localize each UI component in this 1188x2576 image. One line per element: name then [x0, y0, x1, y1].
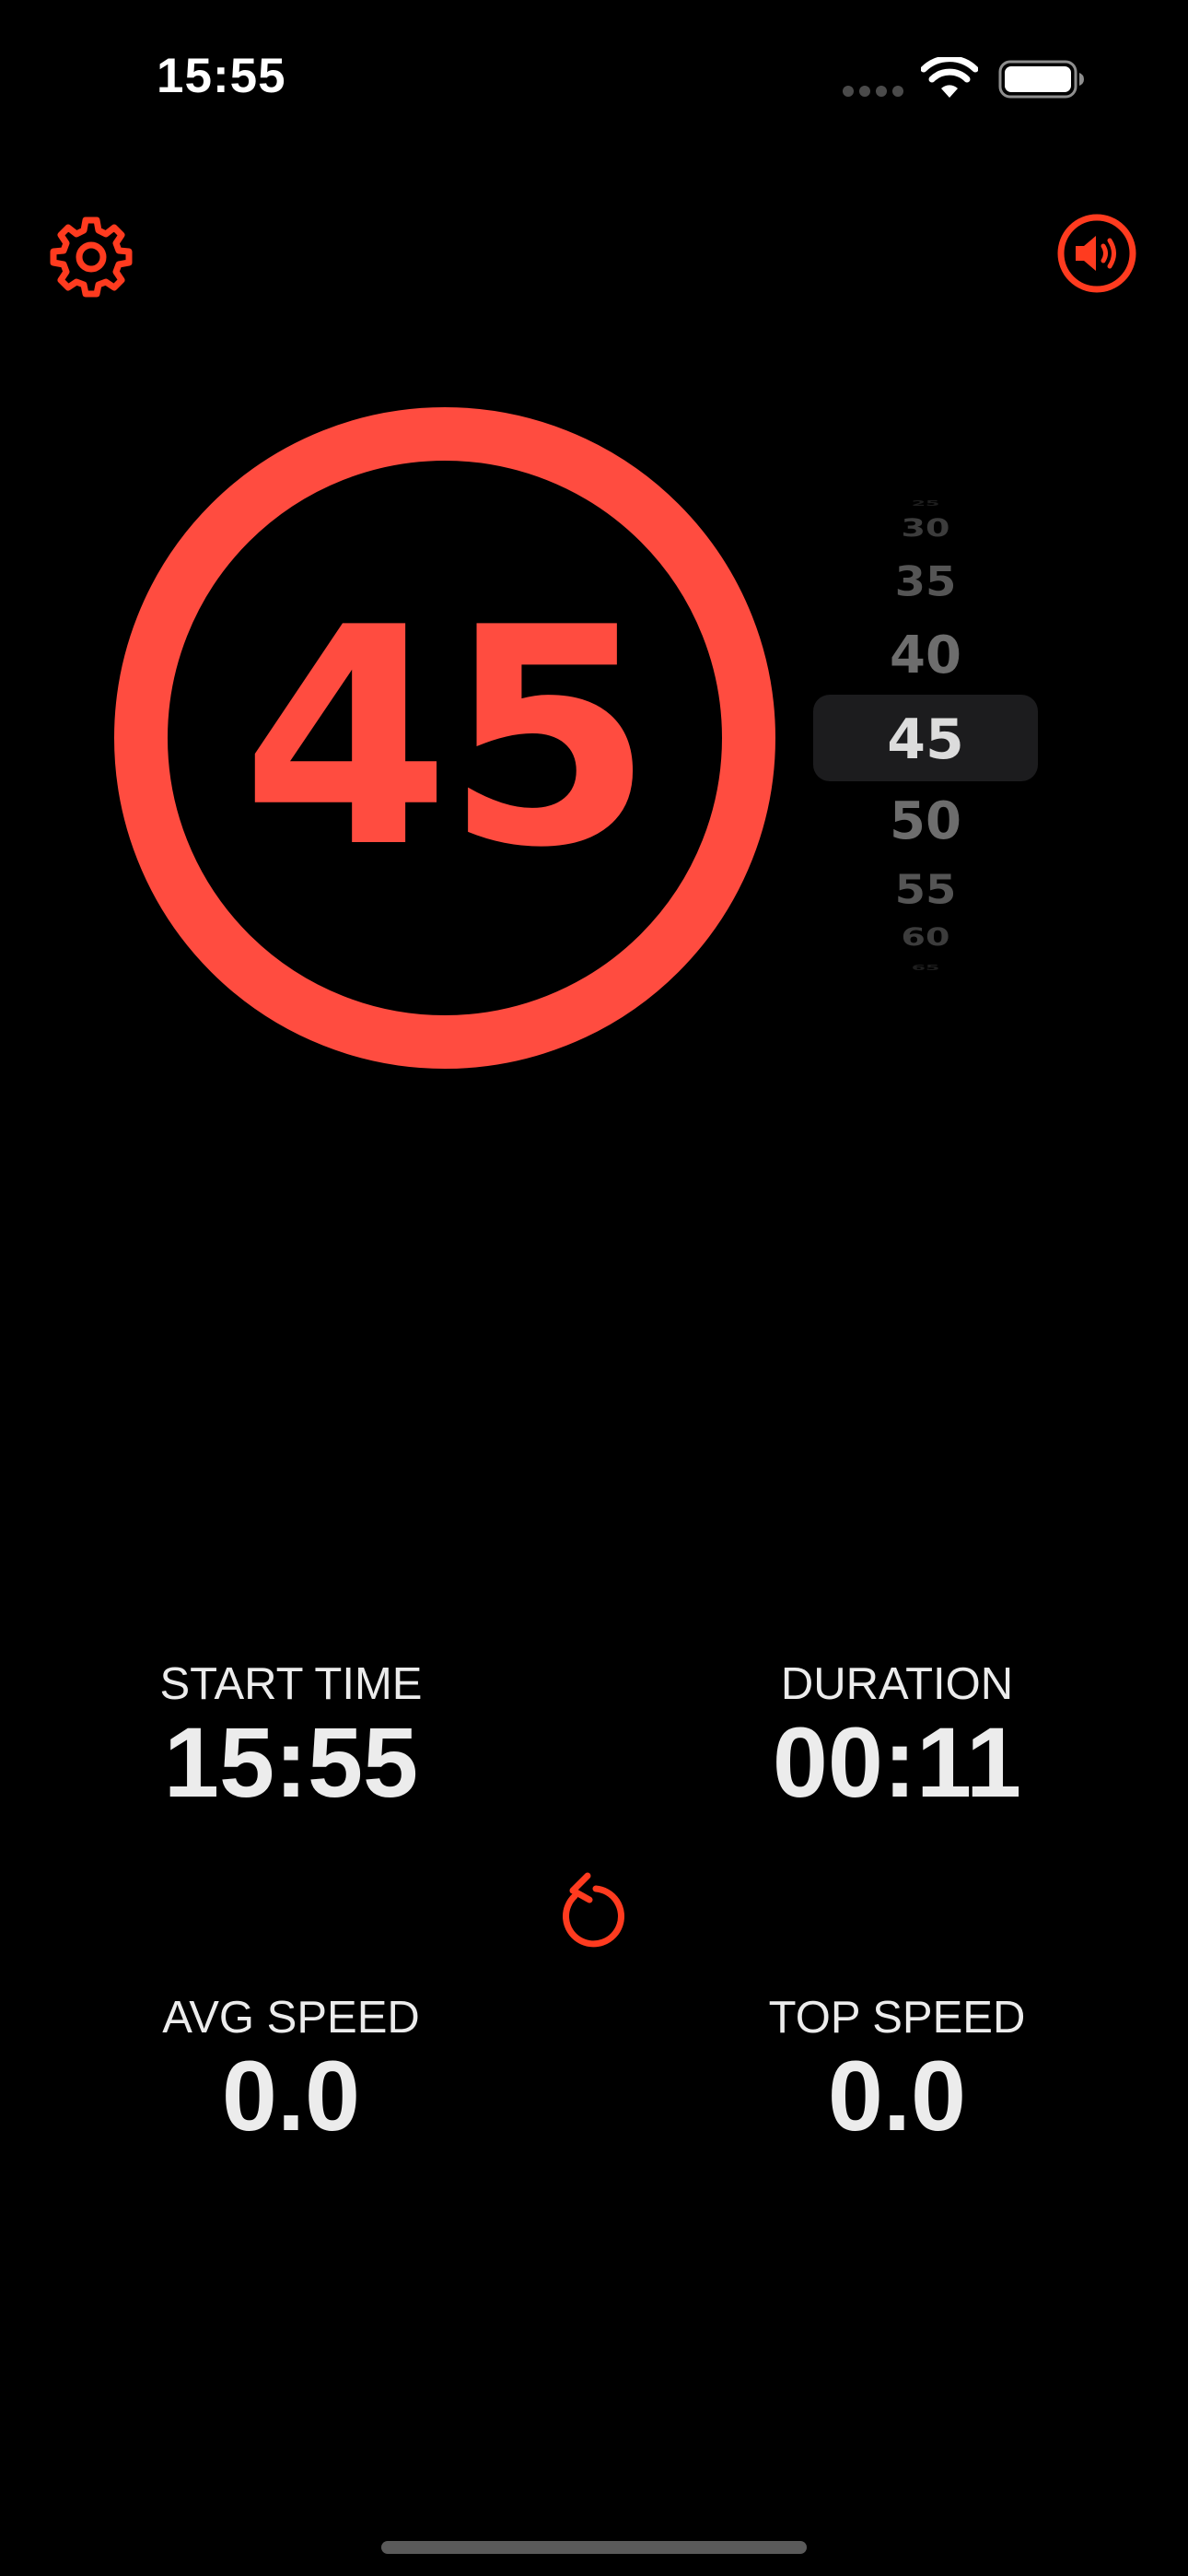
speed-limit-picker[interactable]: 25 30 35 40 45 50 55 60 65 [810, 488, 1041, 986]
start-time-value: 15:55 [163, 1706, 419, 1818]
counterclockwise-arrow-icon [563, 1872, 624, 1948]
picker-item[interactable]: 50 [810, 796, 1041, 848]
picker-item[interactable]: 35 [810, 562, 1041, 603]
status-bar-time: 15:55 [157, 49, 286, 103]
wifi-icon [921, 57, 978, 98]
avg-speed-value: 0.0 [221, 2040, 361, 2151]
sound-toggle-button[interactable] [1055, 212, 1138, 295]
start-time-label: START TIME [159, 1659, 423, 1709]
avg-speed-stat: AVG SPEED 0.0 [98, 1992, 484, 2148]
top-speed-label: TOP SPEED [768, 1993, 1026, 2043]
picker-item[interactable]: 55 [810, 870, 1041, 909]
picker-item[interactable]: 65 [810, 965, 1041, 972]
settings-button[interactable] [46, 212, 136, 302]
gear-icon [50, 217, 133, 298]
picker-item-selected[interactable]: 45 [810, 712, 1041, 767]
picker-item[interactable]: 40 [810, 630, 1041, 682]
speed-limit-sign: 45 [114, 407, 775, 1069]
picker-item[interactable]: 30 [810, 516, 1041, 541]
battery-icon [998, 60, 1084, 99]
picker-item[interactable]: 60 [810, 925, 1041, 950]
avg-speed-label: AVG SPEED [162, 1993, 420, 2043]
home-indicator[interactable] [381, 2541, 807, 2554]
duration-stat: DURATION 00:11 [704, 1658, 1090, 1814]
speaker-wave-icon [1057, 214, 1136, 293]
start-time-stat: START TIME 15:55 [98, 1658, 484, 1814]
duration-label: DURATION [780, 1659, 1014, 1709]
top-speed-stat: TOP SPEED 0.0 [704, 1992, 1090, 2148]
picker-item[interactable]: 25 [810, 500, 1041, 508]
speed-limit-value: 45 [241, 563, 654, 913]
duration-value: 00:11 [772, 1706, 1022, 1818]
reset-button[interactable] [553, 1868, 632, 1951]
top-speed-value: 0.0 [827, 2040, 967, 2151]
cellular-signal-icon [843, 86, 903, 97]
